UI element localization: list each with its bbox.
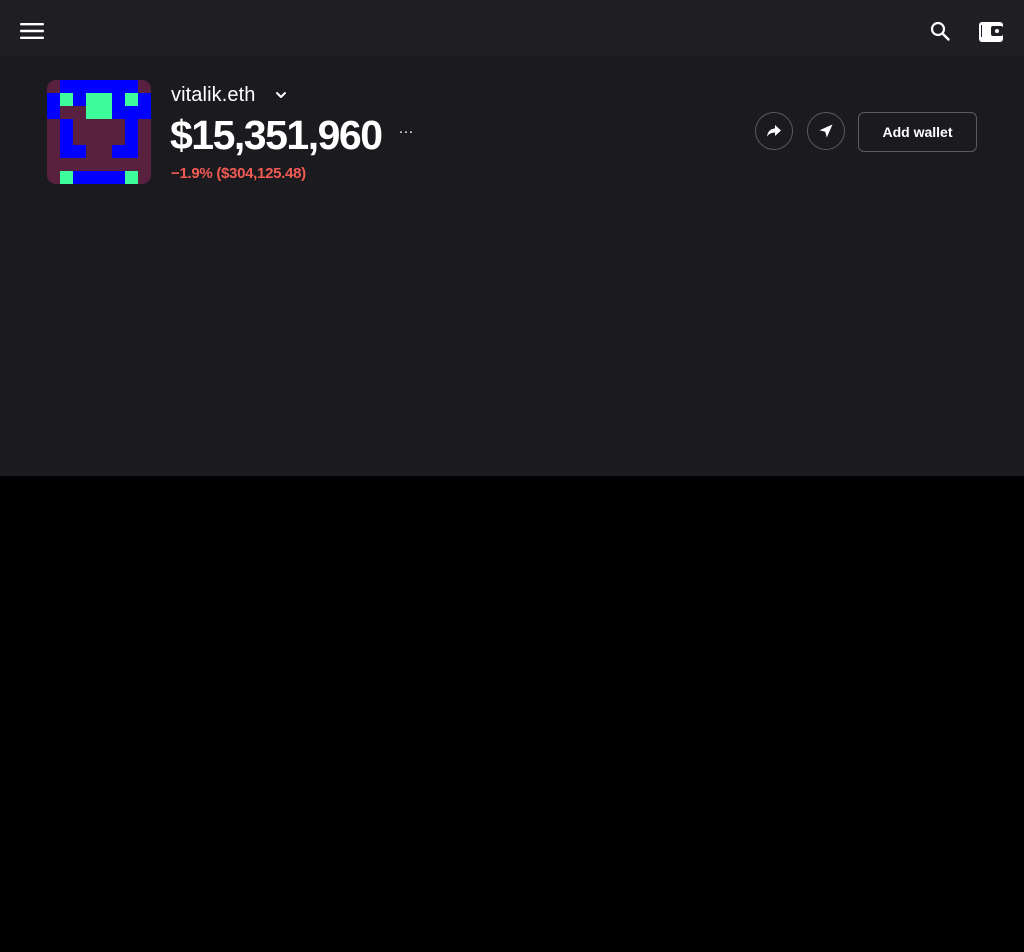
top-bar [0, 0, 1024, 56]
share-icon [767, 125, 781, 137]
search-icon[interactable] [928, 19, 952, 43]
wallet-icon[interactable] [978, 17, 1006, 45]
balance-change: −1.9% ($304,125.48) [171, 165, 306, 182]
send-button[interactable] [807, 112, 845, 150]
avatar [47, 80, 151, 184]
portfolio-header: vitalik.eth $15,351,960 ··· −1.9% ($304,… [0, 56, 1024, 476]
more-options-icon[interactable]: ··· [398, 124, 414, 140]
send-icon [819, 124, 833, 138]
add-wallet-button[interactable]: Add wallet [858, 112, 977, 152]
chevron-down-icon[interactable] [272, 86, 290, 104]
portfolio-balance: $15,351,960 [170, 112, 383, 158]
app: vitalik.eth $15,351,960 ··· −1.9% ($304,… [0, 0, 1024, 952]
account-name[interactable]: vitalik.eth [171, 84, 255, 107]
share-button[interactable] [755, 112, 793, 150]
hamburger-menu-icon[interactable] [18, 20, 46, 42]
